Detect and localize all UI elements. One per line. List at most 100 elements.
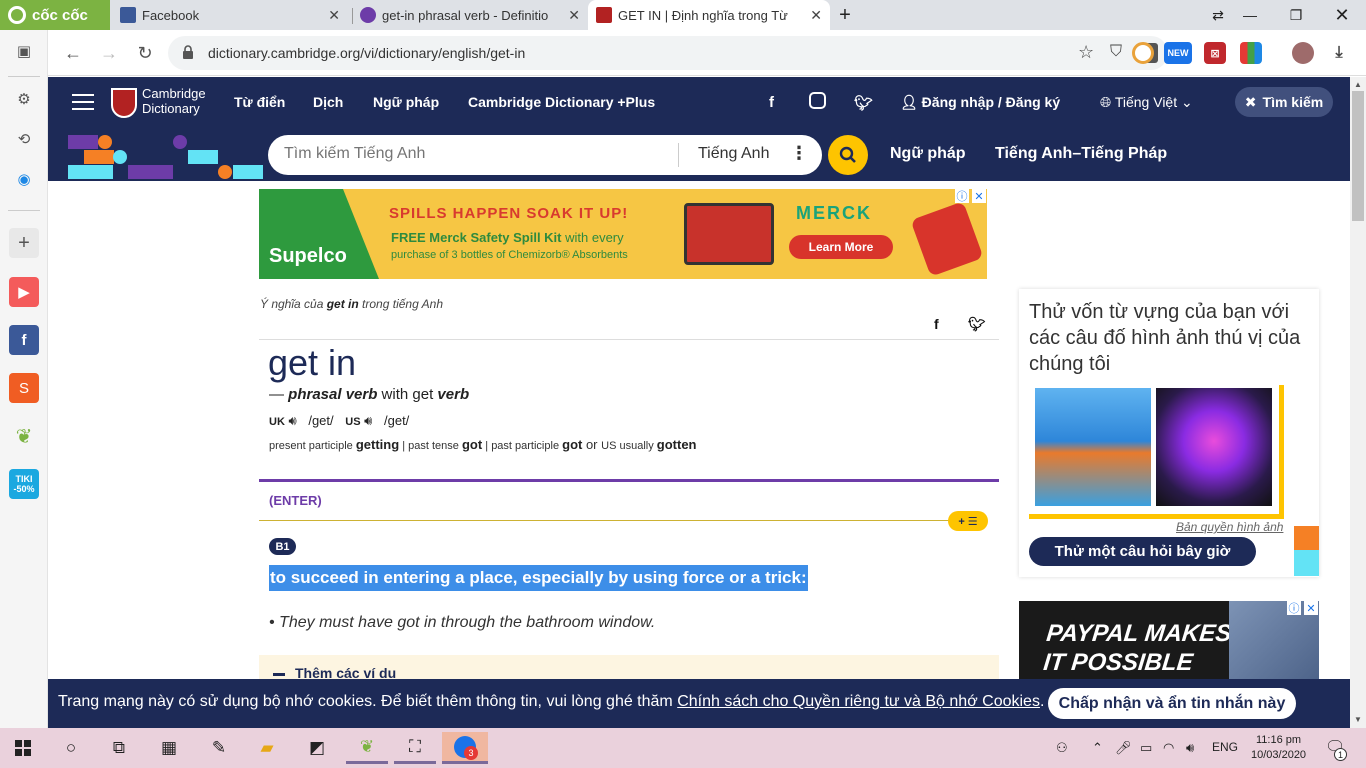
- coccoc-leaf-icon[interactable]: ❦: [9, 421, 39, 451]
- twitter-icon[interactable]: 🐦︎: [854, 94, 873, 112]
- scrollbar-thumb[interactable]: [1352, 91, 1364, 221]
- ad-learn-more-button[interactable]: Learn More: [789, 235, 893, 259]
- paypal-advertisement[interactable]: PAYPAL MAKES IT POSSIBLE: [1019, 601, 1319, 681]
- facebook-icon[interactable]: f: [769, 94, 774, 111]
- microphone-icon[interactable]: 🎤︎: [1115, 740, 1132, 756]
- new-tab-button[interactable]: +: [830, 0, 860, 30]
- coccoc-logo[interactable]: cốc cốc: [0, 0, 110, 30]
- windows-start-icon[interactable]: [2, 732, 44, 764]
- red-extension-icon[interactable]: ⊠: [1204, 42, 1226, 64]
- english-french-link[interactable]: Tiếng Anh–Tiếng Pháp: [995, 145, 1167, 163]
- file-explorer-icon[interactable]: ▰: [246, 732, 288, 764]
- paint-app-icon[interactable]: ✎: [198, 732, 240, 764]
- messenger-icon[interactable]: ◉: [9, 164, 39, 194]
- pp-label: present participle: [269, 440, 353, 452]
- site-search-bar: Tiếng Anh ⋮ Ngữ pháp Tiếng Anh–Tiếng Phá…: [48, 129, 1350, 181]
- grammar-link[interactable]: Ngữ pháp: [890, 145, 966, 163]
- download-manager-icon[interactable]: ⤓: [1328, 42, 1350, 64]
- clock-date: 10/03/2020: [1251, 749, 1307, 761]
- image-viewer-icon[interactable]: ⛶: [394, 732, 436, 764]
- share-twitter-icon[interactable]: 🐦︎: [968, 316, 986, 333]
- shield-icon[interactable]: ⛉: [1110, 43, 1122, 61]
- sense-divider: [259, 479, 999, 482]
- minimize-button[interactable]: —: [1230, 0, 1270, 30]
- scroll-up-icon[interactable]: ▲: [1354, 80, 1362, 89]
- address-bar[interactable]: dictionary.cambridge.org/vi/dictionary/e…: [168, 36, 1168, 70]
- nav-dictionary[interactable]: Từ điển: [234, 94, 285, 110]
- youtube-icon[interactable]: ▶: [9, 277, 39, 307]
- try-quiz-button[interactable]: Thử một câu hỏi bây giờ: [1029, 537, 1256, 566]
- task-view-icon[interactable]: ⧉: [98, 732, 140, 764]
- scroll-down-icon[interactable]: ▼: [1354, 715, 1362, 724]
- tab-definition[interactable]: get-in phrasal verb - Definitio ✕: [352, 0, 588, 30]
- language-selector[interactable]: 🌐︎ Tiếng Việt ⌄: [1100, 94, 1193, 111]
- search-dictionary-selector[interactable]: Tiếng Anh: [698, 145, 769, 163]
- close-icon[interactable]: ✕: [328, 7, 340, 24]
- search-icon: [839, 146, 856, 163]
- ad-info-icon[interactable]: ⓘ: [955, 189, 969, 203]
- search-toggle-button[interactable]: ✖ Tìm kiếm: [1235, 87, 1333, 117]
- coccoc-taskbar-icon[interactable]: ❦: [346, 732, 388, 764]
- people-icon[interactable]: ⚇: [1056, 740, 1068, 756]
- facebook-sidebar-icon[interactable]: f: [9, 325, 39, 355]
- shopee-icon[interactable]: S: [9, 373, 39, 403]
- tab-get-in-active[interactable]: GET IN | Định nghĩa trong Từ ✕: [588, 0, 830, 30]
- profile-avatar[interactable]: [1292, 42, 1314, 64]
- ad-close-icon[interactable]: ✕: [972, 189, 986, 203]
- app-grid-icon[interactable]: ▦: [148, 732, 190, 764]
- close-icon[interactable]: ✕: [568, 7, 580, 24]
- pos-verb-link[interactable]: verb: [437, 386, 469, 403]
- advertisement-banner[interactable]: Supelco SPILLS HAPPEN SOAK IT UP! FREE M…: [259, 189, 987, 279]
- instagram-icon[interactable]: [809, 92, 826, 109]
- search-button[interactable]: [828, 135, 868, 175]
- close-icon[interactable]: ✕: [810, 7, 822, 24]
- more-options-icon[interactable]: ⋮: [790, 143, 808, 164]
- tiki-icon[interactable]: TIKI -50%: [9, 469, 39, 499]
- share-facebook-icon[interactable]: f: [934, 316, 939, 332]
- accept-cookies-button[interactable]: Chấp nhận và ẩn tin nhắn này: [1048, 688, 1296, 719]
- bookmark-star-icon[interactable]: ☆: [1078, 42, 1094, 63]
- tab-facebook[interactable]: Facebook ✕: [112, 0, 348, 30]
- globe-icon: 🌐︎: [1100, 94, 1115, 110]
- back-button[interactable]: ←: [60, 40, 86, 66]
- search-input[interactable]: [284, 145, 664, 163]
- ad-close-icon[interactable]: ✕: [1304, 601, 1318, 615]
- page-scrollbar[interactable]: ▲ ▼: [1350, 77, 1366, 728]
- history-icon[interactable]: ⟲: [9, 124, 39, 154]
- settings-gear-icon[interactable]: ⚙: [9, 84, 39, 114]
- search-circle-icon[interactable]: ○: [50, 732, 92, 764]
- reload-button[interactable]: ↻: [132, 40, 158, 66]
- nav-translate[interactable]: Dịch: [313, 94, 343, 110]
- us-audio-icon[interactable]: 🔊︎: [364, 413, 372, 428]
- cambridge-shield-icon[interactable]: [111, 88, 137, 118]
- coccoc-extension-icon[interactable]: [1132, 42, 1154, 64]
- battery-icon[interactable]: ▭: [1140, 740, 1152, 756]
- ferris-wheel-image[interactable]: [1156, 388, 1272, 506]
- forward-button[interactable]: →: [96, 40, 122, 66]
- privacy-policy-link[interactable]: Chính sách cho Quyền riêng tư và Bộ nhớ …: [677, 693, 1040, 710]
- add-app-icon[interactable]: +: [9, 228, 39, 258]
- wifi-icon[interactable]: ◠: [1163, 740, 1174, 756]
- site-logo[interactable]: Cambridge Dictionary: [142, 86, 206, 116]
- ad-info-icon[interactable]: ⓘ: [1287, 601, 1301, 615]
- new-extension-icon[interactable]: NEW: [1164, 42, 1192, 64]
- close-window-button[interactable]: ✕: [1322, 0, 1362, 30]
- login-link[interactable]: 👤︎ Đăng nhập / Đăng ký: [900, 94, 1060, 111]
- input-language[interactable]: ENG: [1212, 740, 1238, 754]
- pp-form: getting: [355, 437, 400, 452]
- nav-grammar[interactable]: Ngữ pháp: [373, 94, 439, 110]
- chevron-up-icon[interactable]: ⌃: [1092, 740, 1103, 756]
- system-clock[interactable]: 11:16 pm 10/03/2020: [1251, 733, 1306, 763]
- add-to-wordlist-button[interactable]: + ☰: [948, 511, 988, 531]
- maximize-button[interactable]: ❐: [1276, 0, 1316, 30]
- water-slide-image[interactable]: [1035, 388, 1151, 506]
- menu-hamburger-icon[interactable]: [72, 94, 94, 110]
- nav-plus[interactable]: Cambridge Dictionary +Plus: [468, 94, 655, 110]
- volume-icon[interactable]: 🔊︎: [1186, 740, 1194, 756]
- colorful-extension-icon[interactable]: [1240, 42, 1262, 64]
- image-credit-link[interactable]: Bản quyền hình ảnh: [1176, 520, 1283, 534]
- sidebar-panel-icon[interactable]: ▣: [9, 36, 39, 66]
- zalo-icon[interactable]: 3: [442, 732, 488, 764]
- uk-audio-icon[interactable]: 🔊︎: [289, 413, 297, 428]
- sticky-notes-icon[interactable]: ◩: [296, 732, 338, 764]
